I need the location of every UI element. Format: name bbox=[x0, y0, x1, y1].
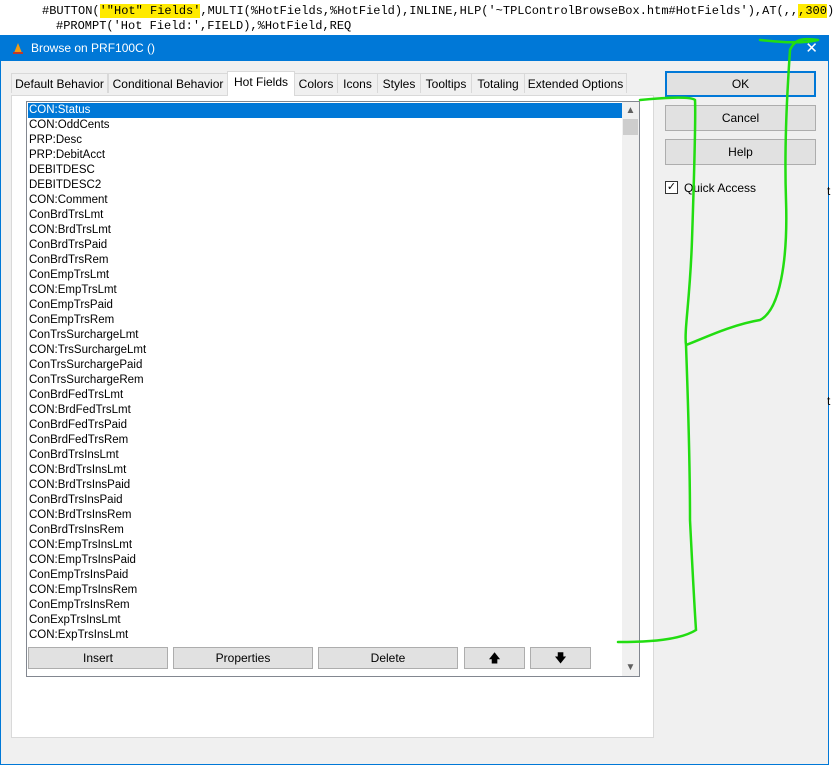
list-item[interactable]: CON:BrdFedTrsLmt bbox=[28, 403, 623, 418]
title-bar: Browse on PRF100C () ✕ bbox=[1, 36, 828, 61]
list-scrollbar[interactable]: ▲ ▼ bbox=[622, 102, 639, 676]
tab-colors[interactable]: Colors bbox=[294, 73, 338, 93]
list-item[interactable]: CON:BrdTrsInsRem bbox=[28, 508, 623, 523]
tab-default-behavior[interactable]: Default Behavior bbox=[11, 73, 108, 93]
edge-text-2: t bbox=[827, 394, 831, 408]
list-item[interactable]: ConBrdTrsRem bbox=[28, 253, 623, 268]
scroll-up-icon[interactable]: ▲ bbox=[622, 102, 639, 119]
list-item[interactable]: ConBrdFedTrsRem bbox=[28, 433, 623, 448]
list-item[interactable]: CON:OddCents bbox=[28, 118, 623, 133]
list-item[interactable]: CON:EmpTrsInsLmt bbox=[28, 538, 623, 553]
move-up-button[interactable]: 🡅 bbox=[464, 647, 525, 669]
list-item[interactable]: ConEmpTrsInsPaid bbox=[28, 568, 623, 583]
list-item[interactable]: ConBrdFedTrsLmt bbox=[28, 388, 623, 403]
list-item[interactable]: ConTrsSurchargePaid bbox=[28, 358, 623, 373]
list-item[interactable]: CON:Status bbox=[28, 103, 623, 118]
properties-button[interactable]: Properties bbox=[173, 647, 313, 669]
arrow-up-icon: 🡅 bbox=[488, 651, 501, 665]
scroll-thumb[interactable] bbox=[623, 119, 638, 135]
list-item[interactable]: ConBrdTrsInsLmt bbox=[28, 448, 623, 463]
tab-tooltips[interactable]: Tooltips bbox=[420, 73, 472, 93]
tab-hot-fields[interactable]: Hot Fields bbox=[227, 71, 295, 96]
list-item[interactable]: ConEmpTrsLmt bbox=[28, 268, 623, 283]
hot-fields-list[interactable]: CON:Status CON:OddCents PRP:Desc PRP:DebitA… bbox=[26, 101, 640, 677]
list-item[interactable]: PRP:DebitAcct bbox=[28, 148, 623, 163]
move-down-button[interactable]: 🡇 bbox=[530, 647, 591, 669]
list-item[interactable]: CON:EmpTrsLmt bbox=[28, 283, 623, 298]
delete-button[interactable]: Delete bbox=[318, 647, 458, 669]
tab-styles[interactable]: Styles bbox=[377, 73, 421, 93]
browse-dialog: Browse on PRF100C () ✕ Default Behavior … bbox=[0, 35, 829, 765]
ok-button[interactable]: OK bbox=[665, 71, 816, 97]
window-title: Browse on PRF100C () bbox=[31, 41, 156, 55]
list-item[interactable]: CON:EmpTrsInsPaid bbox=[28, 553, 623, 568]
code-line-1: #BUTTON('"Hot" Fields',MULTI(%HotFields,… bbox=[42, 4, 833, 18]
scroll-down-icon[interactable]: ▼ bbox=[622, 659, 639, 676]
list-item[interactable]: ConExpTrsInsLmt bbox=[28, 613, 623, 628]
list-item[interactable]: CON:BrdTrsInsLmt bbox=[28, 463, 623, 478]
quick-access-checkbox[interactable]: ✓ bbox=[665, 181, 678, 194]
app-icon bbox=[13, 43, 23, 54]
list-item[interactable]: ConBrdTrsLmt bbox=[28, 208, 623, 223]
tab-totaling[interactable]: Totaling bbox=[471, 73, 525, 93]
list-item[interactable]: ConEmpTrsPaid bbox=[28, 298, 623, 313]
list-item[interactable]: CON:TrsSurchargeLmt bbox=[28, 343, 623, 358]
cancel-button[interactable]: Cancel bbox=[665, 105, 816, 131]
list-item[interactable]: CON:BrdTrsLmt bbox=[28, 223, 623, 238]
close-icon[interactable]: ✕ bbox=[805, 39, 818, 57]
list-item[interactable]: ConBrdTrsPaid bbox=[28, 238, 623, 253]
list-item[interactable]: CON:BrdTrsInsPaid bbox=[28, 478, 623, 493]
list-item[interactable]: DEBITDESC bbox=[28, 163, 623, 178]
list-item[interactable]: ConBrdTrsInsPaid bbox=[28, 493, 623, 508]
list-item[interactable]: DEBITDESC2 bbox=[28, 178, 623, 193]
tab-conditional-behavior[interactable]: Conditional Behavior bbox=[108, 73, 228, 93]
list-item[interactable]: CON:EmpTrsInsRem bbox=[28, 583, 623, 598]
edge-text-1: t bbox=[827, 184, 831, 198]
quick-access-label: Quick Access bbox=[684, 181, 757, 195]
list-item[interactable]: CON:Comment bbox=[28, 193, 623, 208]
code-line-2: #PROMPT('Hot Field:',FIELD),%HotField,RE… bbox=[56, 19, 352, 33]
list-item[interactable]: ConTrsSurchargeRem bbox=[28, 373, 623, 388]
checkmark-icon: ✓ bbox=[666, 181, 677, 193]
list-item[interactable]: ConBrdFedTrsPaid bbox=[28, 418, 623, 433]
tab-extended-options[interactable]: Extended Options bbox=[524, 73, 627, 93]
help-button[interactable]: Help bbox=[665, 139, 816, 165]
list-item[interactable]: ConEmpTrsInsRem bbox=[28, 598, 623, 613]
list-item[interactable]: ConBrdTrsInsRem bbox=[28, 523, 623, 538]
tab-icons[interactable]: Icons bbox=[337, 73, 378, 93]
list-item[interactable]: CON:ExpTrsInsLmt bbox=[28, 628, 623, 643]
insert-button[interactable]: Insert bbox=[28, 647, 168, 669]
list-item[interactable]: ConTrsSurchargeLmt bbox=[28, 328, 623, 343]
list-item[interactable]: ConEmpTrsRem bbox=[28, 313, 623, 328]
arrow-down-icon: 🡇 bbox=[554, 651, 567, 665]
list-item[interactable]: PRP:Desc bbox=[28, 133, 623, 148]
